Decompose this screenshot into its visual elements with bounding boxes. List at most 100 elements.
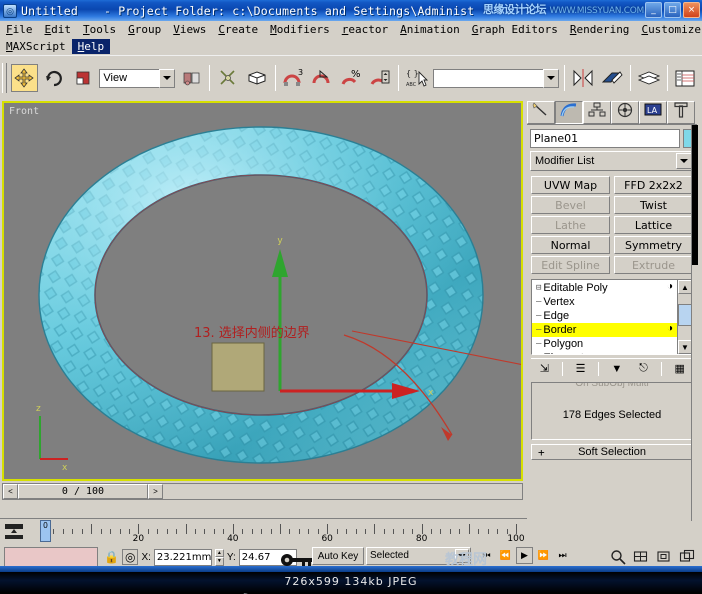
select-and-rotate-button[interactable]: [40, 64, 68, 92]
previous-frame-button[interactable]: ⏪: [497, 547, 514, 564]
named-selection-set-combo[interactable]: [433, 68, 560, 88]
absolute-relative-icon[interactable]: ◎: [121, 549, 139, 565]
menu-item-graph-editors[interactable]: Graph Editors: [466, 22, 564, 37]
angle-snap-toggle-button[interactable]: [308, 64, 336, 92]
make-unique-icon[interactable]: ▼: [608, 361, 626, 377]
x-spinner[interactable]: ▲ ▼: [214, 548, 224, 566]
scrollbar-thumb[interactable]: [692, 125, 698, 265]
zoom-extents-icon[interactable]: [654, 547, 674, 567]
menu-item-views[interactable]: Views: [167, 22, 212, 37]
viewport-front[interactable]: Front y x z x 13. 选择内侧的边界: [2, 101, 523, 481]
transform-gizmo[interactable]: y x: [4, 103, 523, 481]
menu-item-customize[interactable]: Customize: [635, 22, 702, 37]
stack-item-border[interactable]: — Border ◑: [532, 323, 677, 337]
display-tab[interactable]: LA: [639, 101, 667, 124]
snaps-toggle-button[interactable]: 3: [279, 64, 307, 92]
lightbulb-icon[interactable]: ◑: [667, 323, 673, 334]
menu-item-reactor[interactable]: reactor: [336, 22, 394, 37]
modifier-button-lattice[interactable]: Lattice: [614, 216, 693, 234]
mirror-button[interactable]: [569, 64, 597, 92]
track-bar-ruler[interactable]: 20 40 60 80 100 0: [0, 518, 527, 544]
select-and-move-button[interactable]: [10, 64, 39, 92]
go-to-start-button[interactable]: ⏮: [478, 547, 495, 564]
time-slider-thumb[interactable]: 0 / 100: [18, 484, 148, 499]
modifier-stack[interactable]: ⊟ Editable Poly ◑ — Vertex — Edge — Border ◑ — Poly…: [531, 279, 693, 355]
stack-item-polygon[interactable]: — Polygon: [532, 337, 677, 351]
align-button[interactable]: [598, 64, 626, 92]
x-coordinate-field[interactable]: 23.221mm: [153, 548, 212, 566]
lock-selection-icon[interactable]: 🔒: [104, 550, 119, 564]
modifier-stack-list[interactable]: ⊟ Editable Poly ◑ — Vertex — Edge — Border ◑ — Poly…: [532, 280, 677, 354]
toolbar-grip[interactable]: [2, 63, 7, 93]
chevron-down-icon[interactable]: [676, 153, 692, 169]
modifier-button-symmetry[interactable]: Symmetry: [614, 236, 693, 254]
modifier-button-normal[interactable]: Normal: [531, 236, 610, 254]
ruler-tick: [346, 529, 348, 534]
chevron-down-icon[interactable]: [543, 68, 560, 88]
chevron-down-icon[interactable]: [159, 68, 176, 88]
menu-item-modifiers[interactable]: Modifiers: [264, 22, 336, 37]
menu-item-maxscript[interactable]: MAXScript: [0, 39, 72, 54]
lightbulb-icon[interactable]: ◑: [667, 281, 673, 292]
modifier-stack-scrollbar[interactable]: ▲ ▼: [677, 280, 692, 354]
stack-item-editable-poly[interactable]: ⊟ Editable Poly ◑: [532, 281, 677, 295]
motion-tab[interactable]: [611, 101, 639, 124]
percent-snap-toggle-button[interactable]: %: [337, 64, 366, 92]
zoom-icon[interactable]: [608, 547, 628, 567]
close-button[interactable]: ×: [683, 2, 700, 18]
menu-item-animation[interactable]: Animation: [394, 22, 466, 37]
use-pivot-point-center-button[interactable]: [178, 64, 206, 92]
menu-item-group[interactable]: Group: [122, 22, 167, 37]
configure-sets-icon[interactable]: ▦: [671, 361, 689, 377]
stack-item-element[interactable]: —Element: [532, 351, 677, 354]
next-frame-button[interactable]: ⏩: [535, 547, 552, 564]
scroll-down-icon[interactable]: ▼: [678, 340, 692, 354]
minimize-button[interactable]: _: [645, 2, 662, 18]
go-to-end-button[interactable]: ⏭: [554, 547, 571, 564]
render-scene-button[interactable]: [243, 64, 271, 92]
menu-item-rendering[interactable]: Rendering: [564, 22, 636, 37]
spinner-snap-toggle-button[interactable]: [367, 64, 395, 92]
reference-coordinate-system-combo[interactable]: View: [99, 68, 176, 88]
track-bar-time-marker[interactable]: 0: [40, 520, 51, 542]
auto-key-button[interactable]: Auto Key: [312, 547, 364, 565]
layer-manager-button[interactable]: [634, 64, 663, 92]
curve-editor-button[interactable]: [671, 64, 699, 92]
select-and-scale-button[interactable]: [69, 64, 97, 92]
modifier-button-twist[interactable]: Twist: [614, 196, 693, 214]
scroll-up-icon[interactable]: ▲: [678, 280, 692, 294]
menu-item-file[interactable]: File: [0, 22, 39, 37]
stack-item-edge[interactable]: — Edge: [532, 309, 677, 323]
remove-modifier-icon[interactable]: ⎋: [634, 361, 652, 377]
scrollbar-thumb[interactable]: [678, 304, 692, 326]
command-panel-scrollbar[interactable]: [691, 125, 698, 521]
pin-stack-icon[interactable]: ⇲: [535, 361, 553, 377]
play-animation-button[interactable]: ▶: [516, 547, 533, 564]
viewport-time-scrollbar[interactable]: < 0 / 100 >: [2, 483, 523, 500]
hierarchy-tab[interactable]: [583, 101, 611, 124]
menu-item-edit[interactable]: Edit: [39, 22, 78, 37]
key-mode-combo[interactable]: Selected: [366, 547, 471, 565]
prev-frame-button[interactable]: <: [3, 484, 18, 499]
menu-item-help[interactable]: Help: [71, 39, 111, 54]
modifier-list-dropdown[interactable]: Modifier List: [530, 151, 694, 171]
zoom-region-icon[interactable]: [677, 547, 697, 567]
next-frame-button[interactable]: >: [148, 484, 163, 499]
zoom-all-icon[interactable]: [631, 547, 651, 567]
show-end-result-icon[interactable]: ☰: [572, 361, 590, 377]
menu-item-create[interactable]: Create: [212, 22, 264, 37]
named-selection-sets-button[interactable]: { } ABC: [403, 64, 431, 92]
maximize-button[interactable]: □: [664, 2, 681, 18]
soft-selection-rollout-header[interactable]: + Soft Selection: [531, 444, 693, 460]
modify-tab[interactable]: [555, 101, 583, 124]
object-name-input[interactable]: [530, 129, 680, 148]
modifier-button-ffd-2x2x2[interactable]: FFD 2x2x2: [614, 176, 693, 194]
stack-item-vertex[interactable]: — Vertex: [532, 295, 677, 309]
select-and-manipulate-button[interactable]: [214, 64, 242, 92]
create-tab[interactable]: [527, 101, 555, 124]
chevron-down-icon[interactable]: [455, 549, 469, 563]
utilities-tab[interactable]: [667, 101, 695, 124]
open-mini-curve-editor-icon[interactable]: [3, 522, 25, 542]
modifier-button-uvw-map[interactable]: UVW Map: [531, 176, 610, 194]
menu-item-tools[interactable]: Tools: [77, 22, 122, 37]
